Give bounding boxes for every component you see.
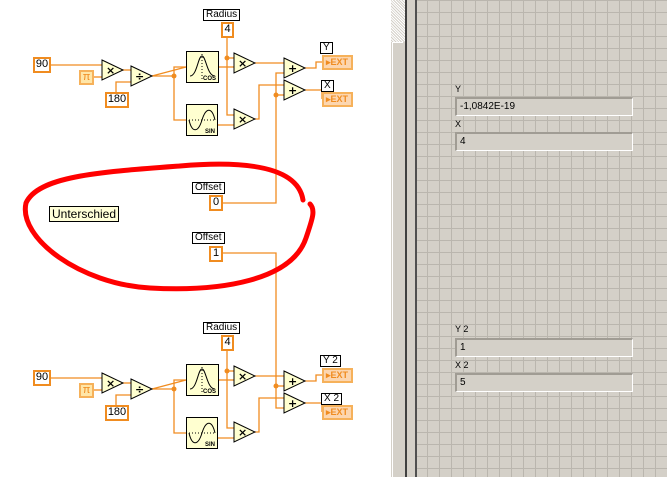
offset-1-label: Offset [192,232,225,244]
y2-indicator-terminal[interactable]: ▸EXT [322,368,353,383]
wire [151,66,187,77]
y-indicator-terminal[interactable]: ▸EXT [322,55,353,70]
wire [226,351,234,429]
svg-text:+: + [288,397,297,410]
wire [151,379,187,390]
x2-indicator[interactable]: 5 [455,373,633,392]
y2-indicator-label: Y 2 [320,355,341,367]
add-x-node[interactable]: + [283,79,307,101]
x2-label: X 2 [455,360,469,370]
divide-node[interactable]: ÷ [130,378,154,400]
svg-text:+: + [288,84,297,97]
svg-text:÷: ÷ [135,383,144,396]
svg-text:÷: ÷ [135,70,144,83]
angle-constant[interactable]: 90 [33,370,51,386]
svg-text:×: × [238,370,247,383]
wire [255,397,284,433]
offset-0-label: Offset [192,182,225,194]
svg-text:×: × [238,113,247,126]
wire [223,72,284,204]
y-indicator-label: Y [320,42,333,54]
wire [305,61,322,69]
wire [173,389,186,434]
sine-function[interactable]: SIN [186,417,218,449]
degree-constant[interactable]: 180 [105,405,129,421]
radius-constant[interactable]: 4 [221,22,234,38]
y2-indicator[interactable]: 1 [455,338,633,357]
unterschied-comment[interactable]: Unterschied [49,206,120,222]
cosine-function[interactable]: COS [186,364,219,396]
svg-text:+: + [288,375,297,388]
x2-indicator-terminal[interactable]: ▸EXT [322,405,353,420]
offset-1-constant[interactable]: 1 [209,246,223,262]
wire [226,38,234,116]
x-label: X [455,119,462,129]
y-indicator[interactable]: -1,0842E-19 [455,97,633,116]
window-splitter[interactable] [407,0,417,477]
y-label: Y [455,84,462,94]
add-x-node[interactable]: + [283,392,307,414]
add-y-node[interactable]: + [283,57,307,79]
wire [115,394,131,405]
x2-indicator-label: X 2 [321,393,343,405]
multiply-sin-node[interactable]: × [233,421,257,443]
degree-constant[interactable]: 180 [105,92,129,108]
wire-junction [171,73,177,79]
angle-constant[interactable]: 90 [33,57,51,73]
multiply-cos-node[interactable]: × [233,52,257,74]
scrollbar-track[interactable] [391,0,405,42]
radius-label: Radius [203,9,241,21]
wire [173,76,186,121]
y2-label: Y 2 [455,324,469,334]
wire [305,374,322,382]
red-annotation-circle [22,161,316,292]
wire [305,89,323,99]
svg-text:×: × [106,377,115,390]
scrollbar-thumb[interactable] [392,42,403,477]
offset-0-constant[interactable]: 0 [209,195,223,211]
svg-text:+: + [288,62,297,75]
multiply-node[interactable]: × [101,372,125,394]
radius-label: Radius [203,322,241,334]
pi-constant[interactable]: π [79,70,94,85]
wire [305,402,323,412]
svg-text:×: × [106,64,115,77]
add-y-node[interactable]: + [283,370,307,392]
wire [115,81,131,92]
pi-constant[interactable]: π [79,383,94,398]
radius-constant[interactable]: 4 [221,335,234,351]
multiply-sin-node[interactable]: × [233,108,257,130]
cosine-function[interactable]: COS [186,51,219,83]
wire [255,84,284,120]
multiply-node[interactable]: × [101,59,125,81]
multiply-cos-node[interactable]: × [233,365,257,387]
divide-node[interactable]: ÷ [130,65,154,87]
svg-text:×: × [238,57,247,70]
x-indicator-label: X [321,80,334,92]
sine-function[interactable]: SIN [186,104,218,136]
wire-junction [273,92,279,98]
wire-junction [171,386,177,392]
front-panel[interactable]: Y -1,0842E-19 X 4 Y 2 1 X 2 5 [417,0,667,477]
wire-junction [224,368,230,374]
x-indicator[interactable]: 4 [455,132,633,151]
wire-junction [224,55,230,61]
vertical-scrollbar[interactable] [390,0,407,477]
x-indicator-terminal[interactable]: ▸EXT [322,92,353,107]
block-diagram[interactable]: × ÷ × × + + × ÷ × × + + 90 π 180 Radius 4 COS SIN Y… [0,0,390,477]
svg-text:×: × [238,426,247,439]
wire-junction [273,383,279,389]
